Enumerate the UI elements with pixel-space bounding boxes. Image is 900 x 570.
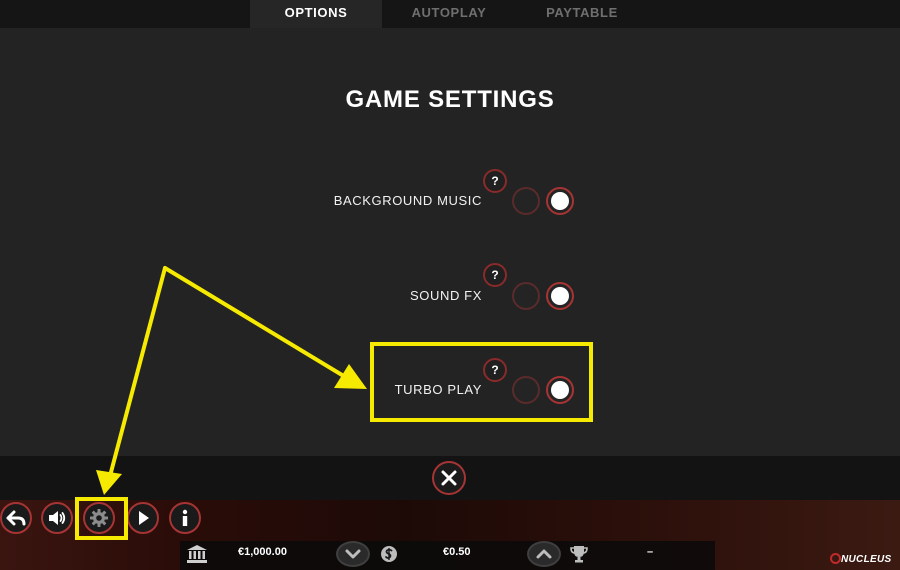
balance-value: €1,000.00 — [238, 546, 287, 558]
chevron-up-icon — [536, 549, 552, 559]
turbo-play-highlight — [370, 342, 593, 422]
trophy-icon — [570, 546, 588, 563]
chevron-down-icon — [345, 549, 361, 559]
close-button[interactable] — [432, 461, 466, 495]
info-icon — [182, 509, 188, 526]
back-button[interactable] — [0, 502, 32, 534]
background-music-off-toggle[interactable] — [512, 187, 540, 215]
page-title: GAME SETTINGS — [345, 86, 555, 113]
bank-icon — [187, 545, 207, 563]
tab-options[interactable]: OPTIONS — [250, 0, 382, 28]
play-icon — [139, 511, 149, 525]
close-icon — [441, 470, 457, 486]
toggle-knob — [551, 287, 569, 305]
tab-autoplay[interactable]: AUTOPLAY — [382, 0, 516, 28]
sound-fx-help-button[interactable]: ? — [483, 263, 507, 287]
sound-fx-off-toggle[interactable] — [512, 282, 540, 310]
decrease-bet-button[interactable] — [336, 541, 370, 567]
info-button[interactable] — [169, 502, 201, 534]
autoplay-button[interactable] — [127, 502, 159, 534]
increase-bet-button[interactable] — [527, 541, 561, 567]
background-music-on-toggle[interactable] — [546, 187, 574, 215]
background-music-label: BACKGROUND MUSIC — [333, 193, 482, 208]
nucleus-logo: NUCLEUS — [830, 553, 891, 565]
tab-paytable[interactable]: PAYTABLE — [516, 0, 648, 28]
sound-fx-label: SOUND FX — [410, 288, 482, 303]
coin-icon — [381, 546, 397, 562]
sound-button[interactable] — [41, 502, 73, 534]
background-music-help-button[interactable]: ? — [483, 169, 507, 193]
sound-fx-on-toggle[interactable] — [546, 282, 574, 310]
toggle-knob — [551, 192, 569, 210]
logo-text: NUCLEUS — [841, 554, 892, 565]
bet-value: €0.50 — [443, 546, 471, 558]
back-icon — [6, 510, 26, 526]
win-value: – — [647, 546, 654, 558]
settings-button-highlight — [75, 497, 128, 540]
speaker-icon — [49, 511, 66, 525]
tab-bar: OPTIONS AUTOPLAY PAYTABLE — [0, 0, 900, 28]
